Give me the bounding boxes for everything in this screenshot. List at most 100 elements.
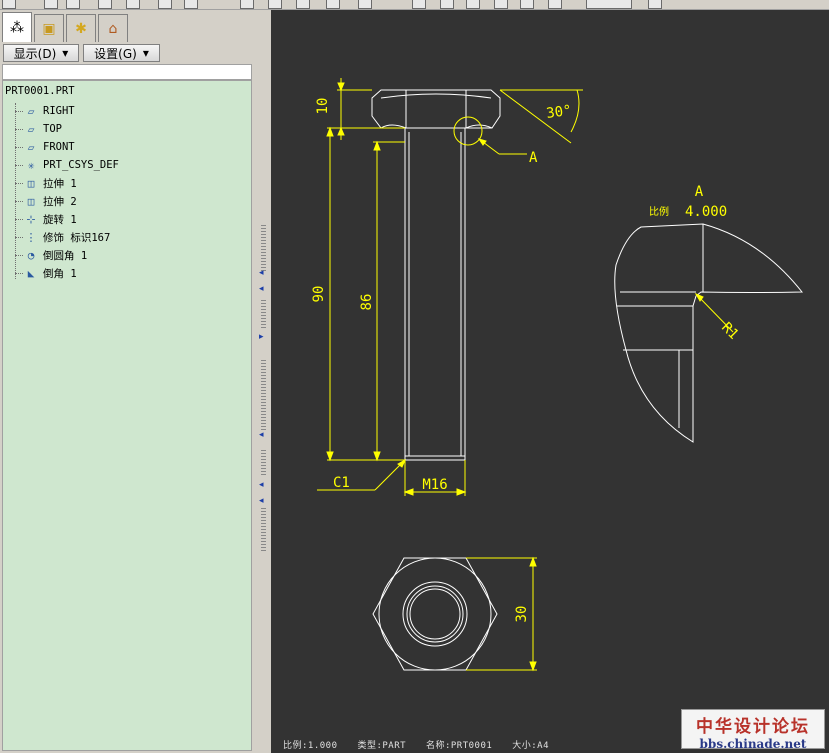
extrude-icon: ◫ <box>27 194 35 208</box>
toolbar-button[interactable] <box>412 0 426 9</box>
tree-item[interactable]: ◫ 拉伸 1 <box>23 175 77 191</box>
bolt-front-view <box>371 89 501 461</box>
splitter-grip <box>261 508 266 553</box>
collapse-arrow-icon[interactable]: ◂ <box>259 430 264 440</box>
tab-favorites[interactable]: ✱ <box>66 14 96 42</box>
navigator-menu-row: 显示(D) ▾ 设置(G) ▾ <box>0 43 257 63</box>
drawing-sheet[interactable]: 10 30° A 90 86 C1 M16 A 比例 4.000 R1 30 <box>271 10 829 753</box>
tab-layers[interactable]: ▣ <box>34 14 64 42</box>
toolbar-button[interactable] <box>268 0 282 9</box>
collapse-arrow-icon[interactable]: ◂ <box>259 480 264 490</box>
folder-star-icon: ✱ <box>75 20 87 37</box>
watermark-url: bbs.chinade.net <box>699 737 807 751</box>
top-toolbar <box>0 0 829 10</box>
toolbar-button[interactable] <box>326 0 340 9</box>
detail-view-a <box>614 223 804 443</box>
tree-item[interactable]: ▱ RIGHT <box>23 103 75 119</box>
revolve-icon: ⊹ <box>26 212 36 226</box>
toolbar-button[interactable] <box>296 0 310 9</box>
detail-scale-value: 4.000 <box>685 204 727 220</box>
datum-plane-icon: ▱ <box>27 104 35 118</box>
tree-item-label: 倒角 1 <box>43 267 77 280</box>
bolt-head-outline <box>371 89 501 129</box>
head-arc <box>380 93 492 99</box>
toolbar-button[interactable] <box>358 0 372 9</box>
toolbar-button[interactable] <box>494 0 508 9</box>
front-dimensions <box>317 78 583 496</box>
tree-connector <box>15 237 23 238</box>
tree-item[interactable]: ✳ PRT_CSYS_DEF <box>23 157 119 173</box>
tree-item-label: 倒圆角 1 <box>43 249 88 262</box>
detail-scale-label: 比例 <box>649 205 669 218</box>
drawing-status-bar: 比例:1.000 类型:PART 名称:PRT0001 大小:A4 <box>283 738 563 751</box>
cosmetic-thread-icon: ⋮ <box>25 230 37 244</box>
thread-circle <box>406 585 464 643</box>
detail-ref-label: A <box>529 150 538 166</box>
toolbar-field[interactable] <box>586 0 632 9</box>
tree-item[interactable]: ⊹ 旋转 1 <box>23 211 76 227</box>
show-menu-label: 显示(D) <box>13 46 57 61</box>
drawing-canvas[interactable]: 10 30° A 90 86 C1 M16 A 比例 4.000 R1 30 比… <box>271 10 829 753</box>
status-name: 名称:PRT0001 <box>425 741 493 751</box>
status-size: 大小:A4 <box>512 741 549 751</box>
tree-item-label: 修饰 标识167 <box>43 231 111 244</box>
dim-chamfer: C1 <box>333 475 350 491</box>
dim-hex-width: 30 <box>514 606 530 623</box>
show-menu-button[interactable]: 显示(D) ▾ <box>3 44 79 62</box>
collapse-arrow-icon[interactable]: ◂ <box>259 496 264 506</box>
hex-chamfer-circle <box>378 557 492 671</box>
tree-connector <box>15 201 23 202</box>
model-tree: PRT0001.PRT ▱ RIGHT ▱ TOP ▱ FRONT ✳ PRT_CSYS_DE… <box>2 80 252 751</box>
tree-filter-input[interactable] <box>2 64 252 80</box>
tree-root[interactable]: PRT0001.PRT <box>5 85 75 97</box>
toolbar-button[interactable] <box>520 0 534 9</box>
tree-item[interactable]: ◫ 拉伸 2 <box>23 193 77 209</box>
tree-item-label: PRT_CSYS_DEF <box>43 159 119 171</box>
detail-texts: A 比例 4.000 R1 <box>649 184 741 343</box>
tree-connector <box>15 147 23 148</box>
toolbar-button[interactable] <box>2 0 16 9</box>
chamfer-icon: ◣ <box>27 266 35 280</box>
tree-connector <box>15 129 23 130</box>
tree-connector <box>15 255 23 256</box>
tree-item-label: 拉伸 2 <box>43 195 77 208</box>
toolbar-button[interactable] <box>66 0 80 9</box>
toolbar-button[interactable] <box>126 0 140 9</box>
dim-angle: 30° <box>545 103 572 122</box>
panel-splitter[interactable]: ◂ ◂ ▸ ◂ ◂ ◂ <box>257 10 271 753</box>
tree-item[interactable]: ◔ 倒圆角 1 <box>23 247 87 263</box>
toolbar-button[interactable] <box>240 0 254 9</box>
chevron-down-icon: ▾ <box>62 46 69 60</box>
toolbar-button[interactable] <box>98 0 112 9</box>
toolbar-button[interactable] <box>44 0 58 9</box>
tree-item[interactable]: ⋮ 修饰 标识167 <box>23 229 111 245</box>
toolbar-button[interactable] <box>648 0 662 9</box>
tree-item-label: 拉伸 1 <box>43 177 77 190</box>
watermark-logo: 中华设计论坛 bbs.chinade.net <box>681 709 825 751</box>
round-icon: ◔ <box>27 248 35 262</box>
expand-arrow-icon[interactable]: ▸ <box>259 332 264 342</box>
tree-connector <box>15 183 23 184</box>
layers-icon: ▣ <box>42 20 56 37</box>
collapse-arrow-icon[interactable]: ◂ <box>259 284 264 294</box>
navigator-tabs: ⁂ ▣ ✱ ⌂ <box>0 12 257 42</box>
inner-circle <box>409 588 461 640</box>
collapse-arrow-icon[interactable]: ◂ <box>259 268 264 278</box>
tree-item[interactable]: ▱ FRONT <box>23 139 75 155</box>
tree-connector <box>15 219 23 220</box>
model-tree-icon: ⁂ <box>10 19 24 36</box>
settings-menu-label: 设置(G) <box>94 46 137 61</box>
settings-menu-button[interactable]: 设置(G) ▾ <box>83 44 160 62</box>
toolbar-button[interactable] <box>158 0 172 9</box>
tab-model-tree[interactable]: ⁂ <box>2 12 32 42</box>
toolbar-button[interactable] <box>548 0 562 9</box>
toolbar-button[interactable] <box>440 0 454 9</box>
tab-connections[interactable]: ⌂ <box>98 14 128 42</box>
status-scale: 比例:1.000 <box>283 741 338 751</box>
tree-item[interactable]: ◣ 倒角 1 <box>23 265 77 281</box>
toolbar-button[interactable] <box>466 0 480 9</box>
tree-item[interactable]: ▱ TOP <box>23 121 62 137</box>
model-navigator: ⁂ ▣ ✱ ⌂ 显示(D) ▾ 设置(G) ▾ PRT0001.PRT ▱ RIG… <box>0 10 257 753</box>
toolbar-button[interactable] <box>184 0 198 9</box>
datum-plane-icon: ▱ <box>27 122 35 136</box>
